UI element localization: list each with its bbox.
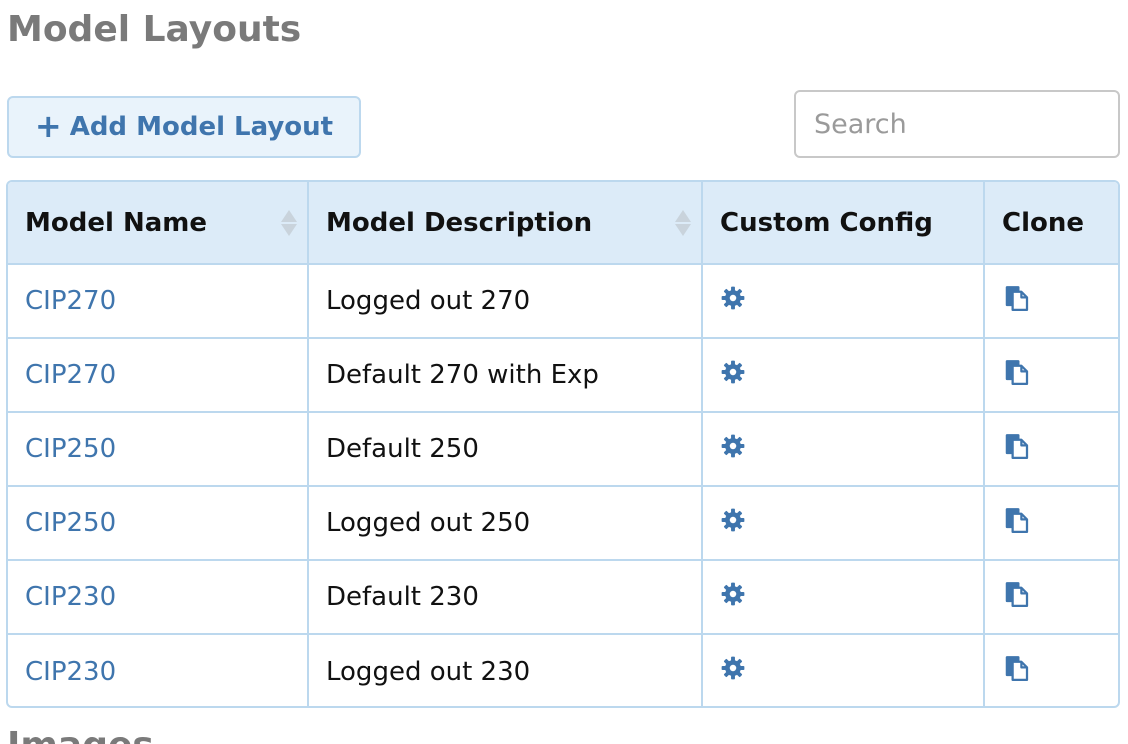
column-header-model-name[interactable]: Model Name (8, 182, 309, 265)
column-header-model-description[interactable]: Model Description (308, 182, 703, 265)
clone-cell (984, 486, 1118, 561)
model-description-cell: Logged out 230 (308, 634, 703, 706)
model-name-link[interactable]: CIP230 (25, 582, 116, 612)
table-row: CIP230 Logged out 230 (8, 634, 1118, 706)
model-name-cell: CIP250 (8, 486, 309, 561)
column-header-label: Custom Config (720, 207, 933, 238)
custom-config-cell (702, 338, 985, 413)
column-header-clone: Clone (984, 182, 1118, 265)
section-title: Model Layouts (7, 9, 302, 50)
model-name-link[interactable]: CIP270 (25, 286, 116, 316)
custom-config-cell (702, 634, 985, 706)
table-row: CIP250 Logged out 250 (8, 486, 1118, 561)
table-header-row: Model Name Model Description Custom Conf… (8, 182, 1118, 265)
gear-icon[interactable] (720, 581, 746, 614)
model-name-cell: CIP250 (8, 412, 309, 487)
copy-icon[interactable] (1002, 653, 1032, 690)
clone-cell (984, 560, 1118, 635)
copy-icon[interactable] (1002, 505, 1032, 542)
next-section-title: Images (7, 722, 154, 744)
model-name-cell: CIP270 (8, 264, 309, 339)
column-header-custom-config: Custom Config (702, 182, 985, 265)
model-name-link[interactable]: CIP250 (25, 434, 116, 464)
model-description-cell: Logged out 270 (308, 264, 703, 339)
gear-icon[interactable] (720, 655, 746, 688)
model-description-cell: Default 250 (308, 412, 703, 487)
clone-cell (984, 412, 1118, 487)
sort-icon[interactable] (675, 209, 691, 236)
model-name-link[interactable]: CIP270 (25, 360, 116, 390)
table-row: CIP250 Default 250 (8, 412, 1118, 487)
table-row: CIP270 Logged out 270 (8, 264, 1118, 339)
model-name-link[interactable]: CIP250 (25, 508, 116, 538)
clone-cell (984, 264, 1118, 339)
clone-cell (984, 634, 1118, 706)
custom-config-cell (702, 412, 985, 487)
custom-config-cell (702, 486, 985, 561)
column-header-label: Model Description (326, 207, 593, 238)
model-name-cell: CIP270 (8, 338, 309, 413)
column-header-label: Clone (1002, 207, 1084, 238)
model-name-link[interactable]: CIP230 (25, 657, 116, 687)
model-name-cell: CIP230 (8, 560, 309, 635)
add-model-layout-label: Add Model Layout (69, 112, 334, 142)
copy-icon[interactable] (1002, 283, 1032, 320)
model-description-cell: Logged out 250 (308, 486, 703, 561)
sort-icon[interactable] (281, 209, 297, 236)
copy-icon[interactable] (1002, 579, 1032, 616)
gear-icon[interactable] (720, 359, 746, 392)
gear-icon[interactable] (720, 433, 746, 466)
model-description-cell: Default 270 with Exp (308, 338, 703, 413)
add-model-layout-button[interactable]: + Add Model Layout (7, 96, 361, 158)
copy-icon[interactable] (1002, 357, 1032, 394)
model-name-cell: CIP230 (8, 634, 309, 706)
custom-config-cell (702, 264, 985, 339)
model-layouts-table: Model Name Model Description Custom Conf… (6, 180, 1120, 708)
search-input[interactable] (794, 90, 1120, 158)
column-header-label: Model Name (25, 207, 207, 238)
table-row: CIP230 Default 230 (8, 560, 1118, 635)
model-description-cell: Default 230 (308, 560, 703, 635)
custom-config-cell (702, 560, 985, 635)
plus-icon: + (34, 106, 62, 145)
gear-icon[interactable] (720, 507, 746, 540)
clone-cell (984, 338, 1118, 413)
gear-icon[interactable] (720, 285, 746, 318)
model-layouts-page: Model Layouts + Add Model Layout Model N… (0, 0, 1128, 744)
copy-icon[interactable] (1002, 431, 1032, 468)
table-row: CIP270 Default 270 with Exp (8, 338, 1118, 413)
